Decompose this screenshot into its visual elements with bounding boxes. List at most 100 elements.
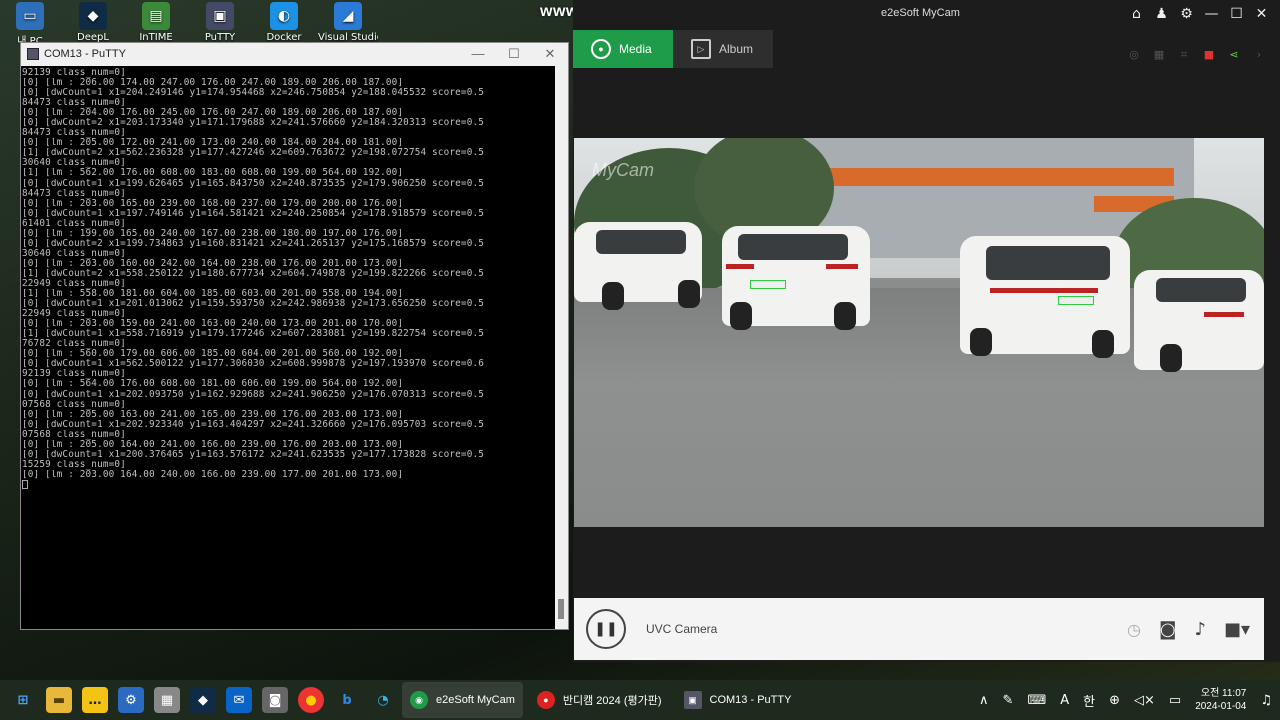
terminal-output[interactable]: 92139 class_num=0] [0] [lm : 206.00 174.0… — [21, 66, 556, 629]
minimize-icon[interactable]: — — [1203, 6, 1220, 22]
app-icon[interactable]: ⚙ — [118, 687, 144, 713]
desktop-icon-docker[interactable]: ◐ Docker — [254, 2, 314, 44]
maximize-icon[interactable]: ☐ — [496, 46, 532, 62]
desktop-icon-putty[interactable]: ▣ PuTTY — [190, 2, 250, 44]
settings-icon[interactable]: ⚙ — [1178, 6, 1195, 22]
docker-icon: ◐ — [270, 2, 298, 30]
terminal-line: 84473 class_num=0] — [22, 128, 126, 139]
clock-time: 오전 11:07 — [1200, 688, 1247, 699]
live-icon[interactable]: ◎ — [1127, 48, 1141, 62]
desktop-icon-pc[interactable]: ▭ 내 PC — [0, 2, 60, 44]
taskbar-app-bandicam[interactable]: ● 반디캠 2024 (평가판) — [529, 682, 670, 718]
chrome-icon[interactable]: ● — [298, 687, 324, 713]
bandicam-icon: ● — [536, 691, 555, 709]
notification-icon[interactable]: ♫ — [1260, 693, 1272, 708]
ime-language[interactable]: 한 — [1083, 691, 1095, 710]
minimize-icon[interactable]: — — [460, 46, 496, 62]
home-icon[interactable]: ⌂ — [1128, 6, 1145, 22]
calculator-icon[interactable]: ▦ — [154, 687, 180, 713]
putty-app-icon — [27, 48, 39, 60]
license-plate — [750, 280, 786, 289]
terminal-line: [0] [lm : 203.00 159.00 241.00 163.00 24… — [22, 319, 404, 330]
bing-icon[interactable]: b — [334, 687, 360, 713]
terminal-line: [1] [lm : 558.00 181.00 604.00 185.00 60… — [22, 289, 404, 300]
network-icon[interactable]: ⊕ — [1109, 693, 1120, 708]
terminal-line: [1] [lm : 562.00 176.00 608.00 183.00 60… — [22, 168, 404, 179]
terminal-line: 15259 class_num=0] — [22, 459, 126, 470]
terminal-line: [0] [lm : 205.00 164.00 241.00 166.00 23… — [22, 439, 404, 450]
album-icon: ▷ — [691, 39, 711, 59]
terminal-line: [0] [dwCount=1 x1=562.500122 y1=177.3060… — [22, 359, 485, 370]
maximize-icon[interactable]: ☐ — [1228, 6, 1245, 22]
close-icon[interactable]: ✕ — [1253, 6, 1270, 22]
terminal-line: [0] [dwCount=1 x1=202.093750 y1=162.9296… — [22, 389, 485, 400]
taskbar-app-label: e2eSoft MyCam — [436, 694, 515, 706]
pause-button[interactable]: ❚❚ — [586, 609, 626, 649]
start-icon[interactable]: ⊞ — [10, 687, 36, 713]
car — [960, 236, 1130, 358]
desktop-icon-deepl[interactable]: ◆ DeepL — [63, 2, 123, 44]
mycam-control-bar: ❚❚ UVC Camera ◷ ◙ ♪ ■▾ — [574, 598, 1264, 660]
scrollbar-thumb[interactable] — [558, 599, 564, 619]
volume-icon[interactable]: ◁× — [1134, 693, 1155, 708]
file-explorer-icon[interactable]: ▬ — [46, 687, 72, 713]
deepl-icon[interactable]: ◆ — [190, 687, 216, 713]
edge-icon[interactable]: ◔ — [370, 687, 396, 713]
terminal-line: 30640 class_num=0] — [22, 248, 126, 259]
putty-window[interactable]: COM13 - PuTTY — ☐ ✕ 92139 class_num=0] [0… — [20, 42, 569, 630]
more-icon[interactable]: › — [1252, 48, 1266, 62]
terminal-cursor — [22, 479, 28, 489]
share-icon[interactable]: ⋖ — [1227, 48, 1241, 62]
tab-media[interactable]: ● Media — [573, 30, 673, 68]
taskbar-app-mycam[interactable]: ◉ e2eSoft MyCam — [402, 682, 523, 718]
tab-label: Album — [719, 42, 754, 56]
taskbar-app-putty[interactable]: ▣ COM13 - PuTTY — [676, 682, 800, 718]
terminal-scrollbar[interactable] — [555, 66, 568, 629]
webcam-icon: ● — [591, 39, 611, 59]
desktop-icon-intime[interactable]: ▤ InTIME — [126, 2, 186, 44]
kakaotalk-icon[interactable]: … — [82, 687, 108, 713]
ime-mode[interactable]: A — [1060, 693, 1069, 708]
close-icon[interactable]: ✕ — [532, 46, 568, 62]
camera-icon[interactable]: ◙ — [1159, 619, 1176, 640]
camera-app-icon[interactable]: ◙ — [262, 687, 288, 713]
outlook-icon[interactable]: ✉ — [226, 687, 252, 713]
terminal-line: [0] [lm : 203.00 164.00 240.00 166.00 23… — [22, 469, 404, 480]
battery-icon[interactable]: ▭ — [1169, 693, 1181, 708]
crop-icon[interactable]: ⌗ — [1177, 48, 1191, 62]
mycam-titlebar[interactable]: e2eSoft MyCam ⌂ ♟ ⚙ — ☐ ✕ — [573, 0, 1280, 30]
chevron-up-icon[interactable]: ∧ — [979, 693, 989, 708]
terminal-line: 92139 class_num=0] — [22, 68, 126, 78]
terminal-line: [0] [lm : 203.00 160.00 242.00 164.00 23… — [22, 258, 404, 269]
pen-icon[interactable]: ✎ — [1003, 693, 1014, 708]
skin-icon[interactable]: ♟ — [1153, 6, 1170, 22]
terminal-line: [1] [dwCount=2 x1=562.236328 y1=177.4272… — [22, 148, 485, 159]
car — [574, 222, 702, 310]
taskbar-app-label: COM13 - PuTTY — [709, 694, 792, 706]
desktop-icon-visual-studio[interactable]: ◢ Visual Studio — [318, 2, 378, 44]
mycam-icon: ◉ — [410, 691, 428, 709]
putty-title: COM13 - PuTTY — [44, 48, 126, 60]
mycam-title: e2eSoft MyCam — [881, 7, 960, 19]
terminal-line: 22949 class_num=0] — [22, 278, 126, 289]
pc-icon: ▭ — [16, 2, 44, 30]
terminal-line: 84473 class_num=0] — [22, 98, 126, 109]
microphone-icon[interactable]: ♪ — [1194, 619, 1206, 640]
clock[interactable]: 오전 11:07 2024-01-04 — [1195, 687, 1246, 713]
tab-album[interactable]: ▷ Album — [673, 30, 773, 68]
terminal-line: [1] [dwCount=2 x1=558.250122 y1=180.6777… — [22, 268, 485, 279]
video-watermark: MyCam — [592, 160, 654, 180]
putty-titlebar[interactable]: COM13 - PuTTY — ☐ ✕ — [21, 43, 568, 65]
video-record-icon[interactable]: ■▾ — [1224, 619, 1250, 640]
effects-icon[interactable]: ▦ — [1152, 48, 1166, 62]
timer-icon[interactable]: ◷ — [1127, 620, 1141, 639]
camera-preview: MyCam — [574, 138, 1264, 527]
terminal-line: [0] [lm : 204.00 176.00 245.00 176.00 24… — [22, 108, 404, 119]
desktop-icons: ▭ 내 PC ◆ DeepL ▤ InTIME ▣ PuTTY ◐ Docker… — [0, 0, 400, 44]
putty-icon: ▣ — [206, 2, 234, 30]
intime-icon: ▤ — [142, 2, 170, 30]
keyboard-icon[interactable]: ⌨ — [1027, 693, 1046, 708]
pause-icon: ❚❚ — [594, 621, 618, 637]
terminal-line: [0] [dwCount=2 x1=203.173340 y1=171.1796… — [22, 118, 485, 129]
lock-icon[interactable]: ■ — [1202, 48, 1216, 62]
